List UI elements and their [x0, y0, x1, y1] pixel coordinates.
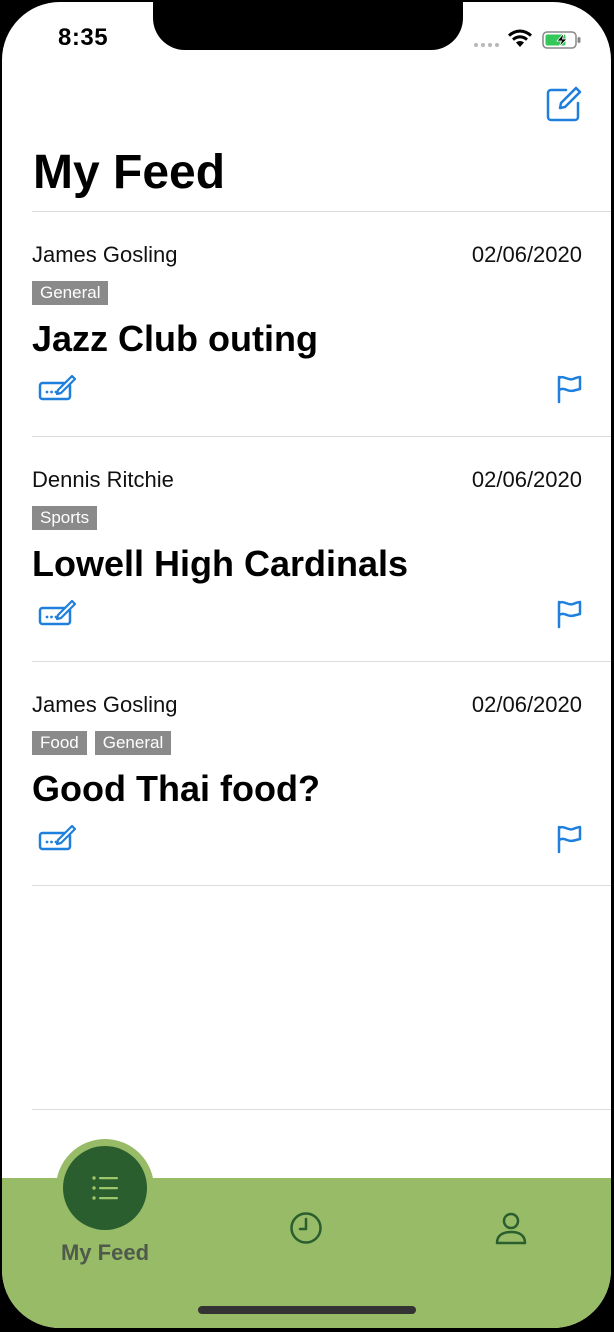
cellular-signal-icon — [474, 43, 499, 47]
feed-post[interactable]: James Gosling 02/06/2020 Food General Go… — [2, 662, 611, 886]
post-date: 02/06/2020 — [471, 692, 582, 717]
list-icon — [92, 1176, 118, 1200]
compose-icon[interactable] — [546, 86, 582, 122]
tag-badge: Sports — [32, 506, 98, 530]
flag-icon[interactable] — [555, 824, 583, 854]
post-date: 02/06/2020 — [471, 242, 582, 267]
reply-keyboard-icon[interactable] — [38, 824, 78, 854]
post-title: Lowell High Cardinals — [32, 543, 409, 584]
home-indicator — [198, 1306, 416, 1314]
battery-icon — [542, 31, 581, 49]
reply-keyboard-icon[interactable] — [38, 374, 78, 404]
tab-bar: My Feed — [2, 1139, 611, 1328]
post-title: Good Thai food? — [32, 768, 320, 809]
post-tags: General — [32, 281, 109, 305]
reply-keyboard-icon[interactable] — [38, 599, 78, 629]
tag-badge: Food — [32, 731, 87, 755]
post-title: Jazz Club outing — [32, 318, 318, 359]
tab-my-feed-label: My Feed — [60, 1240, 150, 1265]
tag-badge: General — [94, 731, 172, 755]
status-time: 8:35 — [58, 24, 109, 51]
post-author: James Gosling — [32, 242, 178, 267]
app-screen: 8:35 My Feed James Gosling 02/06/2020 Ge… — [2, 2, 611, 1328]
post-tags: Sports — [32, 506, 98, 530]
clock-icon[interactable] — [289, 1211, 323, 1245]
tag-badge: General — [32, 281, 109, 305]
page-title: My Feed — [33, 146, 226, 199]
tab-my-feed[interactable] — [63, 1146, 147, 1230]
feed-post[interactable]: James Gosling 02/06/2020 General Jazz Cl… — [2, 212, 611, 436]
feed-post[interactable]: Dennis Ritchie 02/06/2020 Sports Lowell … — [2, 437, 611, 661]
wifi-icon — [508, 29, 532, 47]
notch — [153, 2, 463, 50]
post-date: 02/06/2020 — [471, 467, 582, 492]
list-end-divider — [32, 1109, 611, 1110]
flag-icon[interactable] — [555, 374, 583, 404]
post-author: James Gosling — [32, 692, 178, 717]
person-icon[interactable] — [494, 1211, 528, 1245]
post-tags: Food General — [32, 731, 172, 755]
device-frame: 8:35 My Feed James Gosling 02/06/2020 Ge… — [0, 0, 614, 1332]
post-divider — [32, 885, 611, 886]
flag-icon[interactable] — [555, 599, 583, 629]
post-author: Dennis Ritchie — [32, 467, 174, 492]
